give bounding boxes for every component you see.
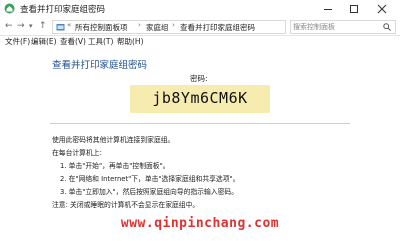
instruction-step: 2. 在"网络和 Internet"下，单击"选择家庭组和共享选项"。 — [60, 175, 240, 183]
breadcrumb-separator: › — [138, 21, 141, 29]
homegroup-icon — [4, 3, 15, 14]
watermark: www.qinpinchang.com — [120, 216, 280, 231]
breadcrumb[interactable]: « 所有控制面板项 › 家庭组 › 查看并打印家庭组密码 ▾ ↻ — [52, 20, 334, 34]
address-bar: ← → ▾ ↑ « 所有控制面板项 › 家庭组 › 查看并打印家庭组密码 ▾ ↻ — [0, 18, 400, 36]
password-box: jb8Ym6CM6K — [130, 85, 270, 113]
instruction-note: 注意: 关闭或睡眠的计算机不会显示在家庭组中。 — [52, 201, 200, 209]
menu-tools[interactable]: 工具(T) — [88, 36, 113, 47]
password-label: 密码: — [190, 74, 208, 83]
forward-button[interactable]: → — [17, 21, 25, 31]
title-bar: 查看并打印家庭组密码 — [0, 0, 400, 18]
menu-edit[interactable]: 编辑(E) — [31, 36, 57, 47]
close-icon — [377, 4, 387, 14]
maximize-icon — [350, 5, 358, 13]
homegroup-password-window: 查看并打印家庭组密码 ← → ▾ ↑ « 所有控制面板项 › 家庭组 › 查看并… — [0, 0, 400, 241]
search-input[interactable] — [293, 22, 379, 32]
minimize-button[interactable] — [316, 0, 340, 18]
menu-view[interactable]: 查看(V) — [60, 36, 86, 47]
back-button[interactable]: ← — [5, 21, 13, 31]
instruction-step: 3. 单击"立即加入"，然后按照家庭组向导的指示输入密码。 — [60, 188, 239, 196]
password-value: jb8Ym6CM6K — [152, 89, 248, 107]
menu-bar: 文件(F) 编辑(E) 查看(V) 工具(T) 帮助(H) — [0, 36, 400, 48]
instruction-intro: 使用此密码将其他计算机连接到家庭组。 — [52, 136, 175, 144]
breadcrumb-item[interactable]: 查看并打印家庭组密码 — [180, 22, 255, 33]
breadcrumb-item[interactable]: 所有控制面板项 — [75, 22, 128, 33]
recent-dropdown[interactable]: ▾ — [29, 21, 33, 31]
instruction-step: 1. 单击"开始"，再单击"控制面板"。 — [60, 162, 170, 170]
divider — [50, 123, 350, 124]
search-icon[interactable] — [383, 23, 391, 31]
close-button[interactable] — [370, 0, 394, 18]
breadcrumb-separator: « — [67, 21, 72, 29]
menu-file[interactable]: 文件(F) — [5, 36, 30, 47]
breadcrumb-separator: › — [172, 21, 175, 29]
menu-help[interactable]: 帮助(H) — [117, 36, 144, 47]
breadcrumb-item[interactable]: 家庭组 — [146, 22, 169, 33]
search-field[interactable] — [290, 20, 396, 34]
minimize-icon — [324, 9, 332, 10]
up-button[interactable]: ↑ — [39, 21, 47, 31]
maximize-button[interactable] — [342, 0, 366, 18]
window-title: 查看并打印家庭组密码 — [20, 5, 106, 15]
page-title: 查看并打印家庭组密码 — [52, 60, 148, 71]
main-content: 查看并打印家庭组密码 密码: jb8Ym6CM6K 使用此密码将其他计算机连接到… — [0, 48, 400, 241]
control-panel-icon — [56, 24, 65, 31]
instruction-each-pc: 在每台计算机上: — [52, 149, 102, 157]
